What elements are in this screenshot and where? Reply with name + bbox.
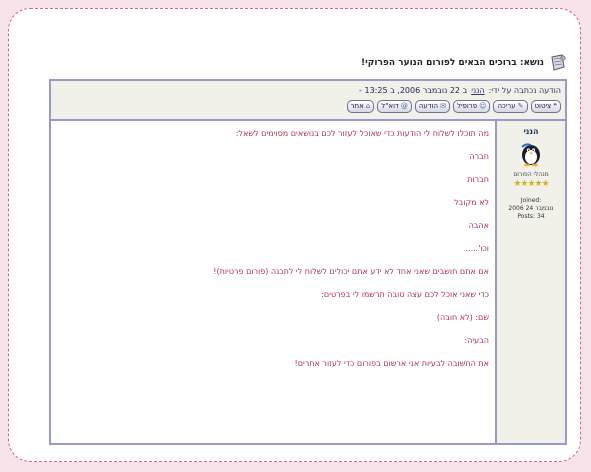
body-line: הבעיה: xyxy=(464,336,489,345)
penguin-icon xyxy=(521,143,540,167)
post-count: Posts: 34 xyxy=(517,213,545,220)
body-line: לא מקובל xyxy=(454,198,489,207)
author-rank: מנהלי הפורום xyxy=(513,171,549,178)
topic-icon xyxy=(551,54,566,71)
joined-date: 2006 נובמבר 24 xyxy=(508,205,554,212)
body-line: מה תוכלו לשלוח לי הודעות כדי שאוכל לעזור… xyxy=(235,129,489,138)
www-icon: ⌂ xyxy=(365,102,371,110)
post-header: הודעה נכתבה על ידי: הנני ב 22 נובמבר 200… xyxy=(51,81,565,121)
email-icon: @ xyxy=(400,102,408,110)
pm-icon: ✉ xyxy=(440,102,446,110)
body-line: וכו'..... xyxy=(465,244,489,253)
author-link[interactable]: הנני xyxy=(471,84,484,98)
rank-stars: ★★★★★ xyxy=(513,179,549,189)
topic-title[interactable]: נושא: ברוכים הבאים לפורום הנוער הפרוקי! xyxy=(361,58,544,68)
page-frame: נושא: ברוכים הבאים לפורום הנוער הפרוקי! … xyxy=(8,8,581,462)
body-line: חברה xyxy=(469,152,489,161)
body-line: חברות xyxy=(467,175,489,184)
post-body: הנני מנהלי הפורום ★★★★★ Joined: 2006 נוב… xyxy=(51,121,565,443)
www-button[interactable]: ⌂ אתר xyxy=(346,100,375,113)
profile-button[interactable]: ☺ פרופיל xyxy=(452,100,491,113)
body-line: שם: (לא חובה) xyxy=(436,313,489,322)
body-line: אהבה xyxy=(468,221,489,230)
author-stats: Joined: 2006 נובמבר 24 Posts: 34 xyxy=(497,197,565,221)
body-line: את התשובה לבעיות אני ארשום בפורום כדי לע… xyxy=(294,359,489,368)
quote-icon: ❝ xyxy=(553,102,557,110)
author-name[interactable]: הנני xyxy=(497,127,565,136)
author-panel: הנני מנהלי הפורום ★★★★★ Joined: 2006 נוב… xyxy=(495,121,565,443)
joined-label: Joined: xyxy=(520,197,542,204)
edit-button[interactable]: ✎ עריכה xyxy=(493,100,528,113)
post-actions: ❝ ציטוט ✎ עריכה ☺ פרופיל ✉ הודעה @ דוא"ל ⌂ אתר xyxy=(55,100,561,113)
topic-header: נושא: ברוכים הבאים לפורום הנוער הפרוקי! xyxy=(49,52,567,74)
body-line: כדי שאני אוכל לכם עצה טובה תרשמו לי בפרט… xyxy=(321,290,489,299)
post-meta: הודעה נכתבה על ידי: הנני ב 22 נובמבר 200… xyxy=(55,84,561,98)
edit-icon: ✎ xyxy=(517,102,524,110)
email-button[interactable]: @ דוא"ל xyxy=(377,100,412,113)
quote-button[interactable]: ❝ ציטוט xyxy=(530,100,561,113)
meta-prefix: הודעה נכתבה על ידי: xyxy=(488,86,561,95)
pm-button[interactable]: ✉ הודעה xyxy=(414,100,450,113)
body-line: אם אתם חושבים שאני אחד לא ידע אתם יכולים… xyxy=(213,267,489,276)
post-date: ב 22 נובמבר 2006, ב 13:25 - xyxy=(359,86,468,95)
profile-icon: ☺ xyxy=(479,102,487,110)
post-box: הודעה נכתבה על ידי: הנני ב 22 נובמבר 200… xyxy=(49,79,567,445)
post-content: מה תוכלו לשלוח לי הודעות כדי שאוכל לעזור… xyxy=(51,121,495,443)
